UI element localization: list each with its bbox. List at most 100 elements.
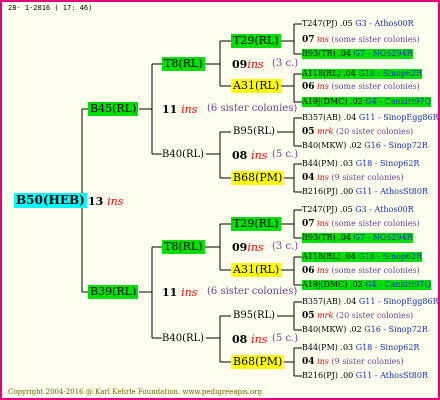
branch-1-num: 11 <box>162 286 178 299</box>
node-b95-a[interactable]: B95(RL) <box>233 126 275 138</box>
leaf-05-b: 05 mrk (20 sister colonies) <box>302 311 413 321</box>
leaf-desc: (9 sister colonies) <box>331 173 404 182</box>
leaf-ins: mrk <box>317 127 334 136</box>
b95-b-year: 08 ins <box>232 333 267 346</box>
node-t8-a[interactable]: T8(RL) <box>162 57 205 71</box>
node-b68-b[interactable]: B68(PM) <box>231 355 285 369</box>
t29-a-year: 09ins <box>232 58 264 71</box>
leaf-a19j-b[interactable]: A19j(DMC) .02 G4 - Cankiri97Q <box>302 280 432 290</box>
leaf-name: B44(PM) .03 <box>302 343 354 352</box>
leaf-b40mkw-a[interactable]: B40(MKW) .02 G16 - Sinop72R <box>302 141 428 151</box>
copyright-footer[interactable]: Copyright 2004-2016 @ Karl Kehrle Founda… <box>8 388 262 396</box>
leaf-name: A19j(DMC) .02 <box>302 280 363 289</box>
leaf-code: G7 - NO6294R <box>353 49 413 58</box>
t29-a-note: (3 c.) <box>272 58 299 69</box>
leaf-code: G3 - Athos00R <box>355 19 414 28</box>
branch-queen-b39[interactable]: B39(RL) <box>88 285 139 299</box>
node-b40-b[interactable]: B40(RL) <box>162 333 204 345</box>
leaf-b93-a[interactable]: B93(TR) .04 G7 - NO6294R <box>302 49 413 59</box>
t29-a-ins: ins <box>247 58 264 71</box>
leaf-code: G11 - SinopEgg86R <box>358 297 439 306</box>
leaf-ins: mrk <box>317 311 334 320</box>
branch-1-note: (6 sister colonies) <box>207 286 298 297</box>
leaf-name: A118(RL) .04 <box>302 69 356 78</box>
leaf-desc: (some sister colonies) <box>331 266 420 275</box>
leaf-b216-a[interactable]: B216(PJ) .00 G11 - AthosSt80R <box>302 187 428 197</box>
leaf-num: 06 <box>302 266 315 276</box>
node-t8-b[interactable]: T8(RL) <box>162 240 205 254</box>
leaf-06-a: 06 ins (some sister colonies) <box>302 82 420 92</box>
leaf-b40mkw-b[interactable]: B40(MKW) .02 G16 - Sinop72R <box>302 325 428 335</box>
node-a31-a[interactable]: A31(RL) <box>231 79 282 93</box>
b95-a-num: 08 <box>232 149 248 162</box>
leaf-name: T247(PJ) .05 <box>302 205 353 214</box>
t29-a-num: 09 <box>232 58 248 71</box>
leaf-code: G11 - AthosSt80R <box>355 371 428 380</box>
leaf-code: G4 - Cankiri97Q <box>365 97 432 106</box>
leaf-a118-b[interactable]: A118(RL) .04 G18 - Sinop62R <box>302 252 423 262</box>
node-b68-a[interactable]: B68(PM) <box>231 171 285 185</box>
branch-0-num: 11 <box>162 103 178 116</box>
node-t29-b[interactable]: T29(RL) <box>231 217 281 231</box>
leaf-b357-a[interactable]: B357(AB) .04 G11 - SinopEgg86R <box>302 113 439 123</box>
leaf-name: B40(MKW) .02 <box>302 325 362 334</box>
node-b95-b[interactable]: B95(RL) <box>233 310 275 322</box>
leaf-desc: (20 sister colonies) <box>335 127 414 136</box>
root-queen[interactable]: B50(HEB) <box>14 193 87 208</box>
leaf-07-b: 07 ins (some sister colonies) <box>302 219 420 229</box>
leaf-code: G4 - Cankiri97Q <box>365 280 432 289</box>
leaf-code: G3 - Athos00R <box>355 205 414 214</box>
leaf-ins: ins <box>317 266 329 275</box>
leaf-ins: ins <box>317 35 329 44</box>
b95-b-ins: ins <box>251 333 268 346</box>
leaf-name: A19j(DMC) .02 <box>302 97 363 106</box>
leaf-desc: (9 sister colonies) <box>331 357 404 366</box>
node-a31-b[interactable]: A31(RL) <box>231 263 282 277</box>
leaf-04-b: 04 ins (9 sister colonies) <box>302 357 404 367</box>
leaf-name: T247(PJ) .05 <box>302 19 353 28</box>
leaf-desc: (some sister colonies) <box>331 219 420 228</box>
leaf-code: G18 - Sinop62R <box>358 69 423 78</box>
leaf-code: G11 - SinopEgg86R <box>358 113 439 122</box>
branch-queen-b45[interactable]: B45(RL) <box>88 102 139 116</box>
t29-b-ins: ins <box>247 241 264 254</box>
leaf-04-a: 04 ins (9 sister colonies) <box>302 173 404 183</box>
leaf-05-a: 05 mrk (20 sister colonies) <box>302 127 413 137</box>
leaf-t247-b[interactable]: T247(PJ) .05 G3 - Athos00R <box>302 205 414 215</box>
node-b40-a[interactable]: B40(RL) <box>162 149 204 161</box>
leaf-name: B93(TR) .04 <box>302 233 351 242</box>
b95-a-year: 08 ins <box>232 149 267 162</box>
leaf-a19j-a[interactable]: A19j(DMC) .02 G4 - Cankiri97Q <box>302 97 432 107</box>
root-num: 13 <box>88 195 104 208</box>
leaf-ins: ins <box>317 82 329 91</box>
root-ins: ins <box>107 195 124 208</box>
leaf-b357-b[interactable]: B357(AB) .04 G11 - SinopEgg86R <box>302 297 439 307</box>
leaf-num: 06 <box>302 82 315 92</box>
leaf-t247-a[interactable]: T247(PJ) .05 G3 - Athos00R <box>302 19 414 29</box>
leaf-name: B93(TR) .04 <box>302 49 351 58</box>
leaf-ins: ins <box>317 357 329 366</box>
leaf-a118-a[interactable]: A118(RL) .04 G18 - Sinop62R <box>302 69 423 79</box>
leaf-b44-a[interactable]: B44(PM) .03 G18 - Sinop62R <box>302 159 419 169</box>
leaf-b44-b[interactable]: B44(PM) .03 G18 - Sinop62R <box>302 343 419 353</box>
b95-b-note: (5 c.) <box>272 333 299 344</box>
leaf-num: 07 <box>302 219 315 229</box>
leaf-b216-b[interactable]: B216(PJ) .00 G11 - AthosSt80R <box>302 371 428 381</box>
leaf-desc: (some sister colonies) <box>331 82 420 91</box>
leaf-code: G16 - Sinop72R <box>364 325 428 334</box>
leaf-ins: ins <box>317 219 329 228</box>
leaf-name: B216(PJ) .00 <box>302 371 354 380</box>
leaf-ins: ins <box>317 173 329 182</box>
leaf-num: 07 <box>302 35 315 45</box>
leaf-name: B44(PM) .03 <box>302 159 354 168</box>
leaf-num: 04 <box>302 357 315 367</box>
leaf-code: G18 - Sinop62R <box>358 252 423 261</box>
leaf-num: 04 <box>302 173 315 183</box>
node-t29-a[interactable]: T29(RL) <box>231 34 281 48</box>
leaf-name: B357(AB) .04 <box>302 297 357 306</box>
leaf-b93-b[interactable]: B93(TR) .04 G7 - NO6294R <box>302 233 413 243</box>
b95-b-num: 08 <box>232 333 248 346</box>
leaf-num: 05 <box>302 311 315 321</box>
pedigree-canvas: 28- 1-2016 ( 17: 46) B50(HEB) 13 ins B45… <box>0 0 440 400</box>
branch-1-year: 11 ins <box>162 286 197 299</box>
